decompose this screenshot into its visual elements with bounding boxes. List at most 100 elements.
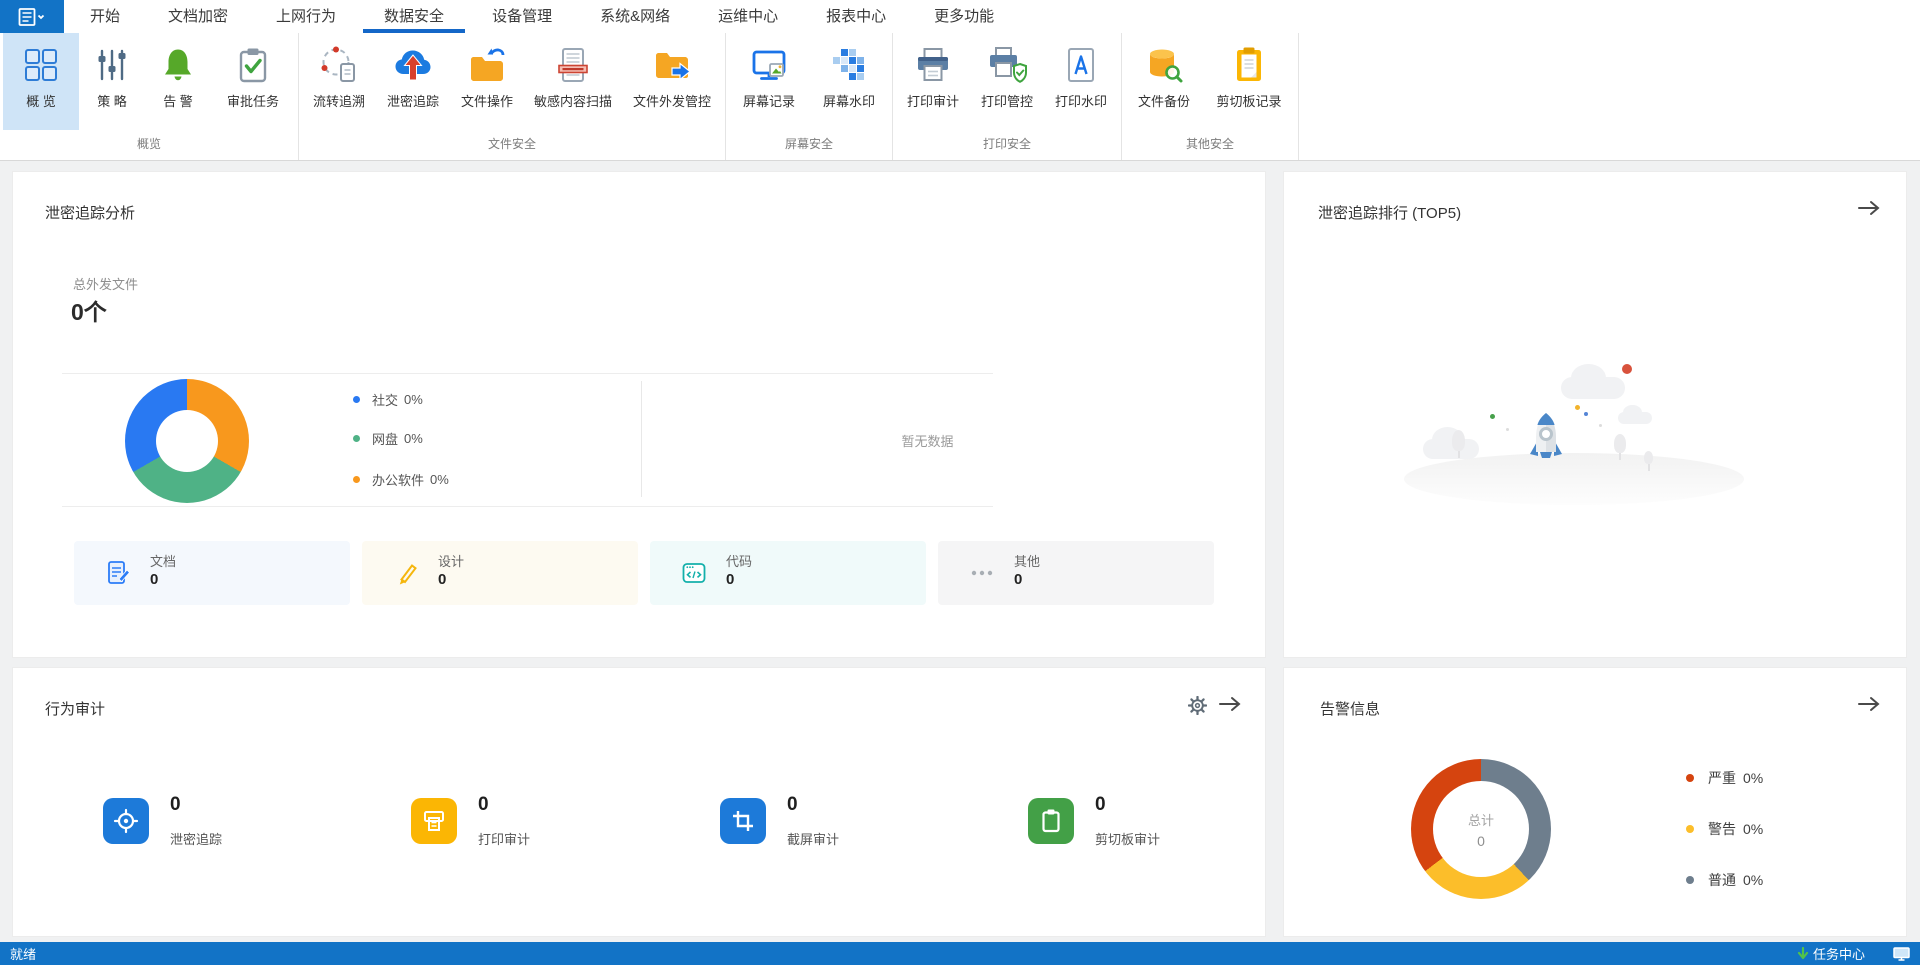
legend-value: 0%: [404, 391, 423, 407]
dashboard-content: 泄密追踪分析 总外发文件 0个 社交 0% 网盘 0% 办公软件 0% 暂无数据: [0, 161, 1920, 942]
ribbon-toolbar: 概 览 策 略 告 警 审批任务 概览 流转追溯 泄密追踪 文件操作 敏感内容扫…: [0, 33, 1920, 161]
file-outgoing-icon: [652, 42, 692, 88]
monitor-icon: [1893, 946, 1910, 961]
ribbon-button-flow-trace[interactable]: 流转追溯: [302, 33, 376, 130]
ribbon-button-print-watermark[interactable]: 打印水印: [1044, 33, 1118, 130]
tab-web-behavior[interactable]: 上网行为: [252, 0, 360, 33]
card-code[interactable]: 代码 0: [650, 541, 926, 605]
total-outgoing-files-label: 总外发文件: [73, 277, 139, 292]
ribbon-button-label: 剪切板记录: [1216, 94, 1282, 109]
target-icon: [103, 798, 149, 844]
ribbon-group-label: 其他安全: [1185, 137, 1234, 151]
ribbon-button-label: 屏幕水印: [822, 94, 875, 109]
legend-label: 网盘: [372, 431, 399, 447]
open-panel-arrow[interactable]: [1858, 696, 1880, 712]
gray-speck: [1599, 424, 1602, 427]
app-menu-button[interactable]: [0, 0, 64, 33]
print-watermark-icon: [1061, 42, 1101, 88]
screen-watermark-icon: [829, 42, 869, 88]
ribbon-button-policy[interactable]: 策 略: [79, 33, 145, 130]
clipboard-icon: [1028, 798, 1074, 844]
ribbon-button-clipboard-record[interactable]: 剪切板记录: [1203, 33, 1295, 130]
legend-dot: [353, 434, 360, 442]
endpoint-monitor-button[interactable]: [1893, 946, 1910, 961]
tab-doc-encrypt[interactable]: 文档加密: [144, 0, 252, 33]
ribbon-group-label: 概览: [136, 137, 161, 151]
legend-item-warning: 警告 0%: [1686, 819, 1763, 839]
cloud-shape: [1561, 363, 1625, 399]
legend-item-critical: 严重 0%: [1686, 768, 1763, 788]
ribbon-button-print-audit[interactable]: 打印审计: [896, 33, 970, 130]
panel-alert-info: 告警信息 总计 0 严重 0% 警告 0% 普通 0%: [1283, 667, 1907, 937]
ribbon-group-label: 文件安全: [487, 137, 536, 151]
panel-settings-button[interactable]: [1188, 696, 1207, 715]
ribbon-button-leak-trace[interactable]: 泄密追踪: [376, 33, 450, 130]
tab-start[interactable]: 开始: [66, 0, 144, 33]
card-document[interactable]: 文档 0: [74, 541, 350, 605]
ribbon-button-sensitive-scan[interactable]: 敏感内容扫描: [524, 33, 622, 130]
task-center-button[interactable]: 任务中心: [1797, 944, 1865, 963]
no-data-text: 暂无数据: [901, 434, 954, 449]
tab-device-mgmt[interactable]: 设备管理: [468, 0, 576, 33]
legend-dot: [1686, 876, 1694, 884]
legend-item-social: 社交 0%: [353, 390, 423, 408]
ribbon-button-label: 打印管控: [980, 94, 1033, 109]
leak-trace-cloud-icon: [393, 42, 433, 88]
alerts-donut-center: 总计 0: [1433, 781, 1529, 877]
status-bar: 就绪 任务中心: [0, 942, 1920, 965]
open-panel-arrow[interactable]: [1858, 200, 1880, 216]
legend-label: 办公软件: [372, 472, 425, 488]
screen-record-icon: [749, 42, 789, 88]
card-other[interactable]: 其他 0: [938, 541, 1214, 605]
menu-tabs: 开始 文档加密 上网行为 数据安全 设备管理 系统&网络 运维中心 报表中心 更…: [66, 0, 1018, 33]
open-panel-arrow[interactable]: [1219, 696, 1241, 712]
code-icon: [676, 555, 712, 591]
overview-grid-icon: [21, 42, 61, 88]
alerts-total-value: 0: [1477, 832, 1485, 849]
task-center-label: 任务中心: [1812, 947, 1865, 962]
tab-report-center[interactable]: 报表中心: [802, 0, 910, 33]
stat-label: 泄密追踪: [170, 832, 223, 847]
stat-value: 0: [1095, 794, 1106, 815]
card-value: 0: [1014, 571, 1023, 588]
legend-item-normal: 普通 0%: [1686, 870, 1763, 890]
panel-leak-trace-ranking: 泄密追踪排行 (TOP5): [1283, 171, 1907, 658]
panel-title: 泄密追踪排行 (TOP5): [1318, 205, 1462, 222]
legend-value: 0%: [1743, 872, 1764, 888]
tab-system-network[interactable]: 系统&网络: [576, 0, 694, 33]
ribbon-button-label: 文件备份: [1137, 94, 1190, 109]
gear-icon: [1188, 696, 1207, 715]
app-menu-icon: [18, 7, 45, 26]
ribbon-button-overview[interactable]: 概 览: [3, 33, 79, 130]
red-planet-dot: [1622, 364, 1632, 374]
ribbon-group-screen-security: 屏幕记录 屏幕水印 屏幕安全: [726, 33, 893, 160]
stat-value: 0: [478, 794, 489, 815]
ribbon-button-screen-record[interactable]: 屏幕记录: [729, 33, 809, 130]
ribbon-button-file-operation[interactable]: 文件操作: [450, 33, 524, 130]
tab-data-security[interactable]: 数据安全: [360, 0, 468, 33]
ribbon-group-print-security: 打印审计 打印管控 打印水印 打印安全: [893, 33, 1122, 160]
ribbon-button-screen-watermark[interactable]: 屏幕水印: [809, 33, 889, 130]
ribbon-group-overview: 概 览 策 略 告 警 审批任务 概览: [0, 33, 299, 160]
ribbon-button-label: 泄密追踪: [386, 94, 439, 109]
ribbon-button-alert[interactable]: 告 警: [145, 33, 211, 130]
arrow-right-icon: [1858, 201, 1880, 215]
tab-ops-center[interactable]: 运维中心: [694, 0, 802, 33]
tree-shape: [1644, 451, 1653, 464]
print-control-icon: [987, 42, 1027, 88]
download-arrow-icon: [1797, 946, 1809, 959]
ribbon-button-file-outgoing[interactable]: 文件外发管控: [622, 33, 722, 130]
legend-label: 严重: [1708, 770, 1736, 786]
trace-donut-chart: [125, 379, 249, 503]
ribbon-button-label: 告 警: [163, 94, 193, 109]
blue-dot: [1584, 412, 1588, 416]
print-audit-icon: [913, 42, 953, 88]
card-label: 设计: [438, 554, 465, 569]
ribbon-button-approval-tasks[interactable]: 审批任务: [211, 33, 295, 130]
ribbon-button-print-control[interactable]: 打印管控: [970, 33, 1044, 130]
ribbon-button-file-backup[interactable]: 文件备份: [1125, 33, 1203, 130]
status-ready-text: 就绪: [10, 947, 37, 962]
card-design[interactable]: 设计 0: [362, 541, 638, 605]
tab-more-functions[interactable]: 更多功能: [910, 0, 1018, 33]
legend-dot: [353, 475, 360, 483]
